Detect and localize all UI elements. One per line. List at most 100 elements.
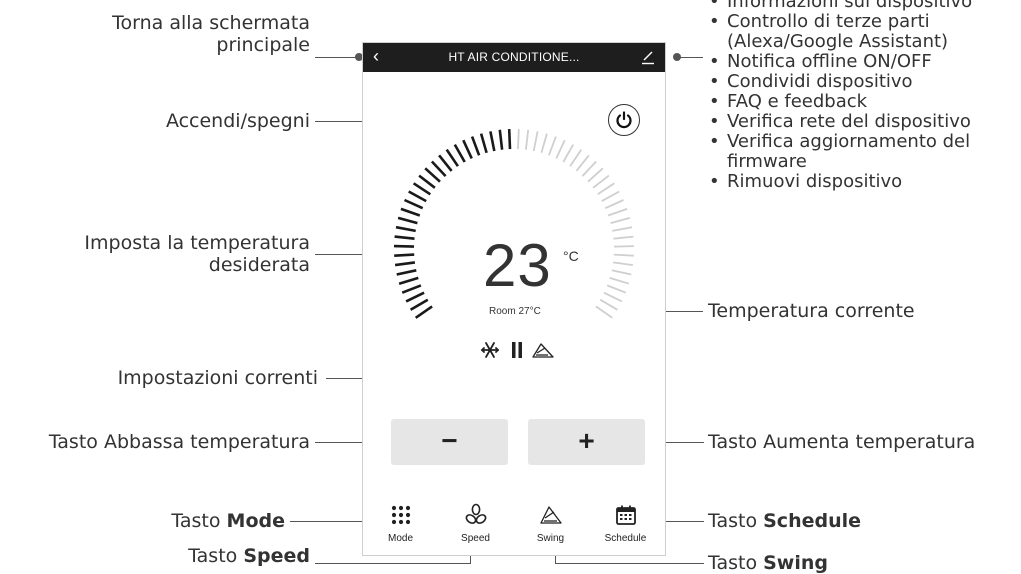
dial-tick-inactive	[540, 133, 548, 154]
dial-tick-inactive	[609, 277, 630, 285]
callout-mode-prefix: Tasto	[171, 510, 227, 532]
nav-schedule-button[interactable]: Schedule	[588, 503, 663, 544]
dial-tick-active	[396, 269, 417, 276]
nav-schedule-label: Schedule	[604, 533, 647, 544]
dial-tick-active	[394, 253, 415, 257]
dial-tick-active	[398, 276, 419, 285]
dial-tick-inactive	[613, 245, 635, 248]
dial-tick-inactive	[575, 154, 590, 172]
callout-speed-bold: Speed	[243, 545, 310, 567]
nav-mode-button[interactable]: Mode	[363, 503, 438, 544]
swing-icon	[532, 343, 554, 358]
dial-tick-inactive	[613, 235, 634, 240]
dial-tick-inactive	[569, 149, 583, 167]
dial-tick-active	[498, 129, 504, 150]
callout-decrease: Tasto Abbassa temperatura	[48, 431, 310, 453]
dial-tick-active	[414, 305, 433, 319]
dial-tick-active	[395, 225, 416, 233]
callout-swing: Tasto Swing	[708, 552, 828, 574]
leader-edit	[677, 57, 703, 59]
menu-item-third-party-sub: (Alexa/Google Assistant)	[727, 31, 949, 52]
callout-home-line1: Torna alla schermata	[112, 12, 310, 34]
current-settings-icons	[481, 339, 563, 359]
callout-swing-bold: Swing	[763, 552, 829, 574]
decrease-temperature-button[interactable]: −	[391, 419, 508, 465]
menu-item-third-party: Controllo di terze parti	[707, 12, 972, 33]
dial-tick-active	[403, 198, 424, 210]
callout-set-temp-line1: Imposta la temperatura	[84, 232, 310, 254]
dial-tick-active	[424, 167, 441, 183]
dial-tick-active	[412, 182, 432, 196]
dial-tick-active	[470, 136, 481, 156]
phone-screen: ‹ HT AIR CONDITIONE... 23 °C Room 27°C −…	[362, 42, 666, 556]
callout-home-line2: principale	[216, 34, 310, 56]
callout-schedule-prefix: Tasto	[708, 510, 764, 532]
dial-tick-inactive	[592, 174, 610, 189]
increase-temperature-button[interactable]: +	[528, 419, 645, 465]
room-temperature: Room 27°C	[489, 306, 541, 317]
dial-tick-inactive	[555, 139, 566, 159]
dial-tick-active	[462, 139, 473, 159]
callout-speed: Tasto Speed	[188, 545, 310, 567]
dial-tick-active	[408, 190, 427, 203]
leader-swing	[555, 563, 704, 565]
leader-speed	[315, 563, 470, 565]
callout-set-temp-line2: desiderata	[208, 254, 310, 276]
callout-home: Torna alla schermata principale	[112, 12, 310, 56]
callout-increase: Tasto Aumenta temperatura	[708, 431, 976, 453]
menu-item-faq: FAQ e feedback	[707, 92, 972, 113]
callout-speed-prefix: Tasto	[188, 545, 244, 567]
nav-speed-button[interactable]: Speed	[438, 503, 513, 544]
pause-icon	[512, 342, 522, 358]
temperature-unit: °C	[563, 248, 579, 264]
callout-schedule-bold: Schedule	[763, 510, 862, 532]
calendar-icon	[615, 505, 636, 525]
fan-icon	[465, 503, 486, 524]
dial-tick-inactive	[612, 261, 634, 266]
dial-tick-active	[438, 154, 453, 172]
nav-speed-label: Speed	[461, 533, 490, 544]
pencil-icon[interactable]	[641, 49, 655, 65]
dial-tick-active	[507, 129, 512, 150]
dial-tick-inactive	[613, 253, 634, 257]
dial-tick-active	[418, 174, 436, 189]
dial-tick-active	[479, 133, 488, 154]
dial-tick-active	[401, 284, 422, 294]
dial-tick-active	[400, 207, 421, 217]
callout-power: Accendi/spegni	[165, 110, 310, 132]
dial-tick-inactive	[603, 291, 623, 303]
dial-tick-inactive	[604, 199, 624, 210]
dial-tick-inactive	[525, 129, 530, 150]
swing-icon	[539, 506, 562, 524]
dial-tick-inactive	[610, 217, 631, 224]
dial-tick-active	[394, 261, 416, 267]
dial-tick-inactive	[581, 160, 597, 177]
nav-swing-label: Swing	[536, 533, 565, 544]
dial-tick-inactive	[562, 144, 574, 163]
dial-tick-active	[489, 131, 496, 152]
dial-tick-inactive	[532, 131, 539, 152]
menu-item-share: Condividi dispositivo	[707, 72, 972, 93]
dial-tick-inactive	[606, 284, 627, 294]
dial-tick-active	[409, 298, 429, 311]
dial-tick-inactive	[607, 208, 628, 217]
dial-tick-inactive	[611, 269, 632, 276]
callout-schedule: Tasto Schedule	[708, 510, 861, 532]
settings-menu-list: Informazioni sul dispositivo Controllo d…	[707, 0, 972, 192]
dial-tick-inactive	[548, 136, 557, 156]
leader-home	[315, 57, 359, 59]
dial-tick-active	[405, 291, 425, 303]
dial-tick-active	[397, 216, 418, 225]
menu-item-network-check: Verifica rete del dispositivo	[707, 112, 972, 133]
dial-tick-inactive	[517, 129, 520, 150]
dial-tick-inactive	[587, 167, 604, 183]
nav-swing-button[interactable]: Swing	[513, 503, 588, 544]
minus-icon: −	[441, 425, 458, 456]
callout-mode: Tasto Mode	[171, 510, 285, 532]
dial-tick-active	[453, 143, 466, 163]
menu-item-remove: Rimuovi dispositivo	[707, 172, 972, 193]
dial-tick-inactive	[597, 182, 615, 196]
dial-tick-inactive	[601, 190, 620, 202]
callout-swing-prefix: Tasto	[708, 552, 764, 574]
dial-tick-inactive	[612, 226, 633, 232]
